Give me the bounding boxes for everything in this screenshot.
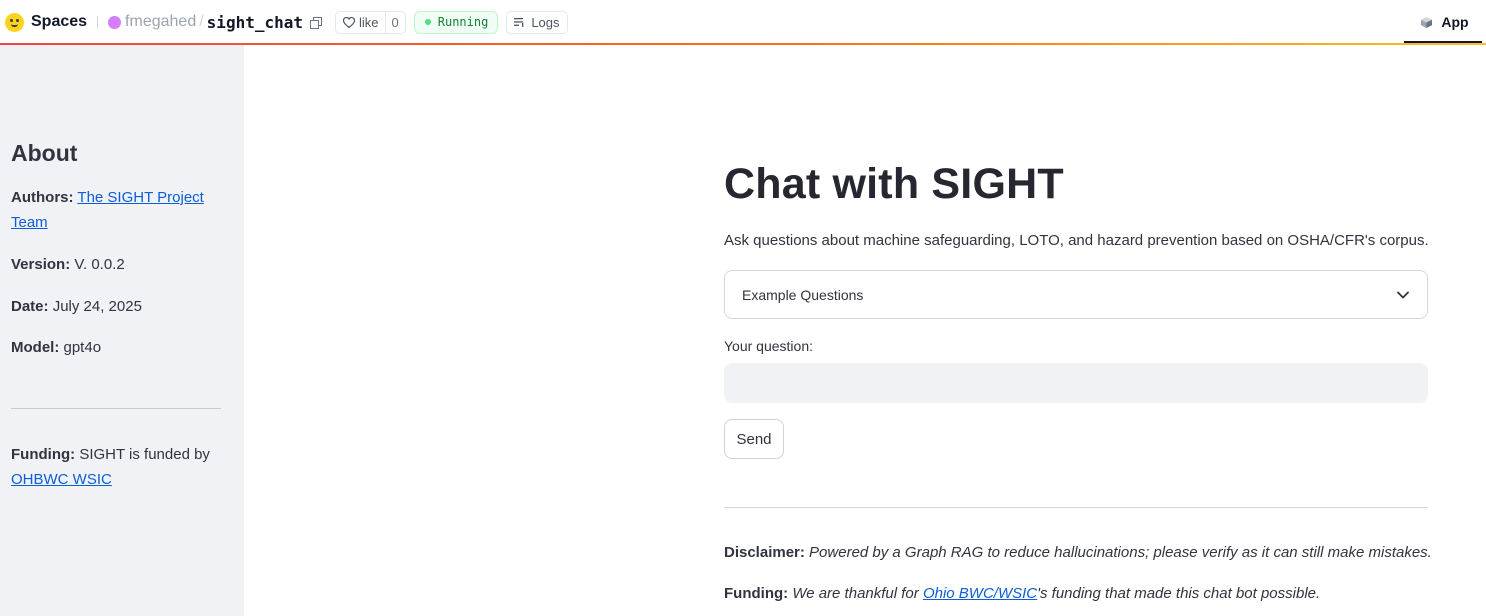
owner-link[interactable]: fmegahed — [125, 13, 196, 31]
logs-button[interactable]: Logs — [506, 10, 568, 34]
sidebar-title: About — [11, 140, 78, 166]
status-dot-icon — [424, 19, 431, 25]
funding-link[interactable]: OHBWC WSIC — [11, 471, 112, 488]
status-badge[interactable]: Running — [413, 10, 499, 34]
date-label: Date: — [11, 298, 49, 315]
disclaimer-label: Disclaimer: — [724, 544, 805, 561]
sidebar-authors: Authors: The SIGHT Project Team — [11, 185, 221, 235]
space-name-link[interactable]: sight_chat — [207, 13, 303, 32]
model-label: Model: — [11, 339, 60, 356]
spaces-brand[interactable]: Spaces — [5, 12, 88, 32]
sidebar-model: Model: gpt4o — [11, 335, 221, 360]
sidebar-version: Version: V. 0.0.2 — [11, 252, 221, 277]
funding-label: Funding: — [11, 446, 76, 463]
cube-icon — [1421, 16, 1433, 28]
spaces-brand-label: Spaces — [31, 13, 88, 30]
tab-app-label: App — [1441, 14, 1469, 30]
status-label: Running — [437, 15, 489, 29]
chevron-down-icon — [1397, 291, 1409, 298]
like-count[interactable]: 0 — [384, 11, 405, 33]
logs-label: Logs — [531, 14, 560, 30]
funding-text: SIGHT is funded by — [79, 446, 210, 463]
date-value: July 24, 2025 — [52, 298, 142, 315]
main-funding-link[interactable]: Ohio BWC/WSIC — [923, 585, 1037, 602]
question-input[interactable] — [724, 363, 1428, 403]
main-divider — [724, 507, 1428, 508]
main-funding-pre: We are thankful for — [792, 585, 919, 602]
send-button[interactable]: Send — [724, 419, 784, 459]
model-value: gpt4o — [63, 339, 102, 356]
sidebar-date: Date: July 24, 2025 — [11, 294, 221, 319]
like-button[interactable]: like 0 — [335, 10, 406, 34]
main-funding-post: 's funding that made this chat bot possi… — [1037, 585, 1321, 602]
like-button-main[interactable]: like — [336, 12, 385, 33]
owner-avatar — [108, 15, 122, 29]
sidebar-funding: Funding: SIGHT is funded by OHBWC WSIC — [11, 442, 221, 492]
heart-icon — [343, 16, 355, 28]
like-label: like — [359, 14, 379, 30]
expander-label: Example Questions — [742, 286, 864, 303]
version-value: V. 0.0.2 — [74, 256, 125, 273]
example-questions-expander[interactable]: Example Questions — [724, 270, 1428, 319]
logs-icon — [514, 18, 524, 27]
disclaimer-text: Powered by a Graph RAG to reduce halluci… — [809, 544, 1432, 561]
main-funding-label: Funding: — [724, 585, 789, 602]
top-bar: Spaces fmegahed / sight_chat like 0 Runn… — [0, 0, 1486, 44]
disclaimer-line: Disclaimer: Powered by a Graph RAG to re… — [724, 544, 1432, 561]
page-subtitle: Ask questions about machine safeguarding… — [724, 232, 1429, 249]
tab-app[interactable]: App — [1404, 0, 1486, 44]
breadcrumb-divider — [97, 16, 99, 28]
question-label: Your question: — [724, 338, 813, 354]
sidebar: About Authors: The SIGHT Project Team Ve… — [0, 45, 244, 616]
authors-label: Authors: — [11, 189, 74, 206]
breadcrumb-slash: / — [199, 13, 204, 30]
funding-line: Funding: We are thankful for Ohio BWC/WS… — [724, 585, 1320, 602]
page-title: Chat with SIGHT — [724, 160, 1064, 208]
sidebar-divider — [11, 408, 221, 409]
copy-icon[interactable] — [310, 16, 322, 29]
hugging-face-logo-icon — [5, 12, 24, 32]
version-label: Version: — [11, 256, 71, 273]
